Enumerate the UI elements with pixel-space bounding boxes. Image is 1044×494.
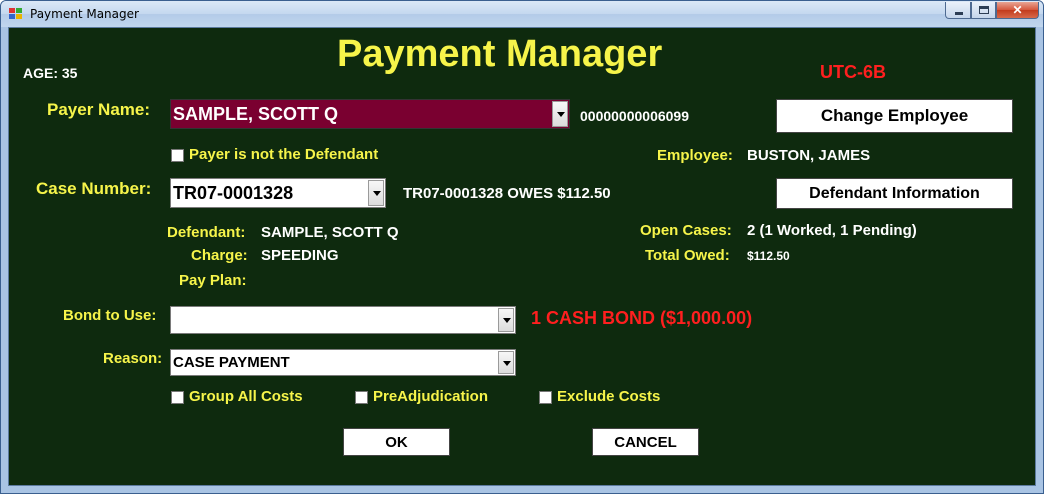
minimize-icon [955,12,963,15]
group-all-costs-checkbox[interactable] [171,391,184,404]
bond-label: Bond to Use: [63,307,157,324]
payer-name-value: SAMPLE, SCOTT Q [173,103,339,124]
age-label: AGE: 35 [23,65,78,81]
pay-plan-label: Pay Plan: [179,272,247,289]
bond-info-text: 1 CASH BOND ($1,000.00) [531,308,753,328]
reason-combo[interactable]: CASE PAYMENT [170,349,516,376]
case-dropdown-arrow-icon[interactable] [368,180,384,206]
minimize-button[interactable] [945,2,971,19]
title-bar[interactable]: Payment Manager ✕ [1,1,1043,27]
payer-account-number: 00000000006099 [580,108,690,124]
cancel-button[interactable]: CANCEL [592,428,699,456]
timezone-label: UTC-6B [820,62,886,82]
change-employee-button[interactable]: Change Employee [776,99,1013,133]
employee-value: BUSTON, JAMES [747,147,871,164]
bond-dropdown-arrow-icon[interactable] [498,308,514,332]
case-owes-text: TR07-0001328 OWES $112.50 [403,185,611,202]
maximize-button[interactable] [971,2,996,19]
reason-label: Reason: [103,350,163,367]
dialog-body [8,27,1036,486]
charge-value: SPEEDING [261,247,339,264]
payer-dropdown-arrow-icon[interactable] [552,101,568,127]
open-cases-label: Open Cases: [640,222,732,239]
preadjudication-label: PreAdjudication [373,388,489,405]
payer-not-defendant-checkbox[interactable] [171,149,184,162]
group-all-costs-label: Group All Costs [189,388,303,405]
case-number-combo[interactable]: TR07-0001328 [170,178,386,208]
payer-not-defendant-label: Payer is not the Defendant [189,146,379,163]
preadjudication-checkbox[interactable] [355,391,368,404]
window-title: Payment Manager [30,7,139,21]
close-button[interactable]: ✕ [996,2,1039,19]
close-icon: ✕ [1012,3,1023,17]
exclude-costs-label: Exclude Costs [557,388,661,405]
defendant-label: Defendant: [167,224,246,241]
app-icon [9,8,22,19]
total-owed-value: $112.50 [747,249,790,263]
defendant-value: SAMPLE, SCOTT Q [261,224,399,241]
case-number-value: TR07-0001328 [173,182,294,203]
payer-name-label: Payer Name: [47,100,151,119]
employee-label: Employee: [657,147,733,164]
open-cases-value: 2 (1 Worked, 1 Pending) [747,222,917,239]
bond-combo[interactable] [170,306,516,334]
total-owed-label: Total Owed: [645,247,730,264]
page-title: Payment Manager [337,33,663,75]
maximize-icon [979,6,989,14]
charge-label: Charge: [191,247,248,264]
ok-button[interactable]: OK [343,428,450,456]
exclude-costs-checkbox[interactable] [539,391,552,404]
bond-value [173,307,495,333]
payer-name-combo[interactable]: SAMPLE, SCOTT Q [170,99,570,129]
reason-value: CASE PAYMENT [173,354,290,371]
reason-dropdown-arrow-icon[interactable] [498,351,514,374]
case-number-label: Case Number: [36,179,152,198]
defendant-information-button[interactable]: Defendant Information [776,178,1013,209]
